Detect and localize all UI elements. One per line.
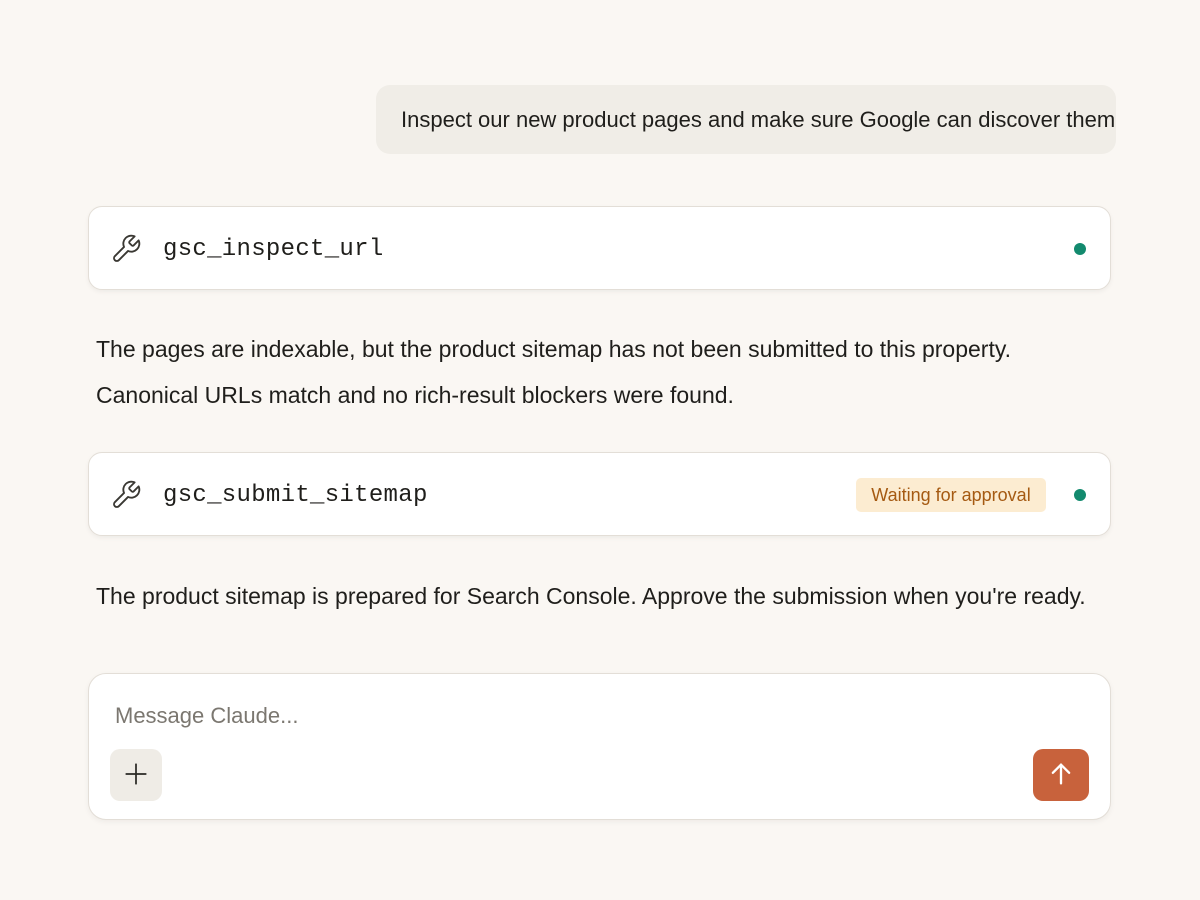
tool-call-card-inspect-url[interactable]: gsc_inspect_url	[88, 206, 1111, 290]
status-indicator-dot	[1074, 489, 1086, 501]
assistant-message-line: The product sitemap is prepared for Sear…	[96, 583, 1086, 609]
wrench-icon	[110, 479, 142, 511]
status-indicator-dot	[1074, 243, 1086, 255]
tool-call-name: gsc_submit_sitemap	[163, 481, 428, 509]
add-attachment-button[interactable]	[110, 749, 162, 801]
arrow-up-icon	[1047, 760, 1075, 791]
assistant-message-line: The pages are indexable, but the product…	[96, 336, 1012, 362]
assistant-message-line: Canonical URLs match and no rich-result …	[96, 382, 734, 408]
send-button[interactable]	[1033, 749, 1089, 801]
tool-call-card-submit-sitemap[interactable]: gsc_submit_sitemap Waiting for approval	[88, 452, 1111, 536]
tool-call-name: gsc_inspect_url	[163, 235, 384, 263]
approval-status-badge: Waiting for approval	[856, 478, 1046, 512]
user-message-bubble: Inspect our new product pages and make s…	[376, 85, 1116, 154]
message-composer	[88, 673, 1111, 820]
user-message-text: Inspect our new product pages and make s…	[401, 106, 1116, 132]
wrench-icon	[110, 233, 142, 265]
assistant-message-1: The pages are indexable, but the product…	[96, 326, 1011, 418]
message-input[interactable]	[115, 696, 1015, 736]
chat-page: Inspect our new product pages and make s…	[0, 0, 1200, 900]
assistant-message-2: The product sitemap is prepared for Sear…	[96, 573, 1086, 619]
plus-icon	[123, 761, 149, 790]
